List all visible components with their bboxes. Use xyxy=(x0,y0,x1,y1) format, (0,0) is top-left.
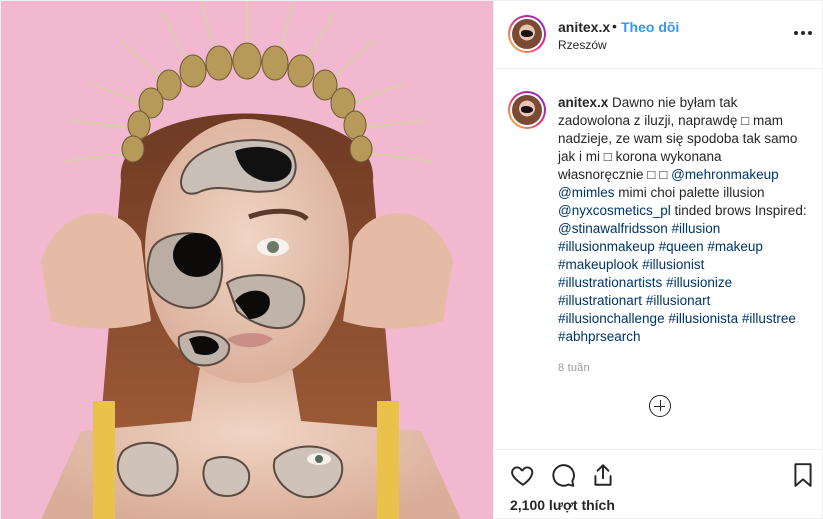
mention-link[interactable]: @stinawalfridsson xyxy=(558,221,668,236)
hashtag-link[interactable]: #illusion xyxy=(672,221,721,236)
share-icon[interactable] xyxy=(590,462,616,488)
hashtag-link[interactable]: #illusionart xyxy=(646,293,711,308)
hashtag-link[interactable]: #makeup xyxy=(707,239,763,254)
plus-circle-icon[interactable] xyxy=(649,395,671,417)
post-sidebar: anitex.x • Theo dõi Rzeszów anitex.x Daw… xyxy=(493,1,823,519)
avatar[interactable] xyxy=(508,15,546,53)
hashtag-link[interactable]: #illustrationart xyxy=(558,293,642,308)
caption-body: Dawno nie byłam tak zadowolona z iluzji,… xyxy=(558,95,807,344)
action-bar xyxy=(494,449,823,493)
heart-icon[interactable] xyxy=(510,462,536,488)
hashtag-link[interactable]: #illustree xyxy=(742,311,796,326)
hashtag-link[interactable]: #illusionize xyxy=(666,275,732,290)
hashtag-link[interactable]: #illustrationartists xyxy=(558,275,662,290)
username-link[interactable]: anitex.x xyxy=(558,19,610,35)
separator-dot: • xyxy=(612,18,617,34)
caption-text-segment: mimi choi palette illusion xyxy=(614,185,765,200)
bookmark-icon[interactable] xyxy=(790,462,816,488)
hashtag-link[interactable]: #queen xyxy=(659,239,704,254)
post-timestamp[interactable]: 8 tuần xyxy=(558,362,590,374)
caption-text: anitex.x Dawno nie byłam tak zadowolona … xyxy=(558,94,808,346)
mention-link[interactable]: @mimles xyxy=(558,185,614,200)
hashtag-link[interactable]: #illusionist xyxy=(642,257,704,272)
avatar-image xyxy=(512,95,542,125)
location-link[interactable]: Rzeszów xyxy=(558,38,607,52)
follow-button[interactable]: Theo dõi xyxy=(621,19,679,35)
caption-username[interactable]: anitex.x xyxy=(558,95,608,110)
caption-text-segment: tinded brows Inspired: xyxy=(670,203,807,218)
mention-link[interactable]: @mehronmakeup xyxy=(671,167,779,182)
hashtag-link[interactable]: #makeuplook xyxy=(558,257,638,272)
mention-link[interactable]: @nyxcosmetics_pl xyxy=(558,203,671,218)
more-options-icon[interactable] xyxy=(793,23,813,43)
hashtag-link[interactable]: #illusionista xyxy=(668,311,738,326)
hashtag-link[interactable]: #illusionmakeup xyxy=(558,239,655,254)
comments-area: anitex.x Dawno nie byłam tak zadowolona … xyxy=(494,69,823,449)
avatar-image xyxy=(512,19,542,49)
portrait-illustration xyxy=(1,1,493,519)
caption-avatar[interactable] xyxy=(508,91,546,129)
comment-icon[interactable] xyxy=(550,462,576,488)
hashtag-link[interactable]: #abhprsearch xyxy=(558,329,641,344)
likes-count[interactable]: 2,100 lượt thích xyxy=(510,497,615,513)
instagram-post: anitex.x • Theo dõi Rzeszów anitex.x Daw… xyxy=(0,0,823,519)
hashtag-link[interactable]: #illusionchallenge xyxy=(558,311,665,326)
post-header: anitex.x • Theo dõi Rzeszów xyxy=(494,1,823,69)
post-photo[interactable] xyxy=(1,1,493,519)
